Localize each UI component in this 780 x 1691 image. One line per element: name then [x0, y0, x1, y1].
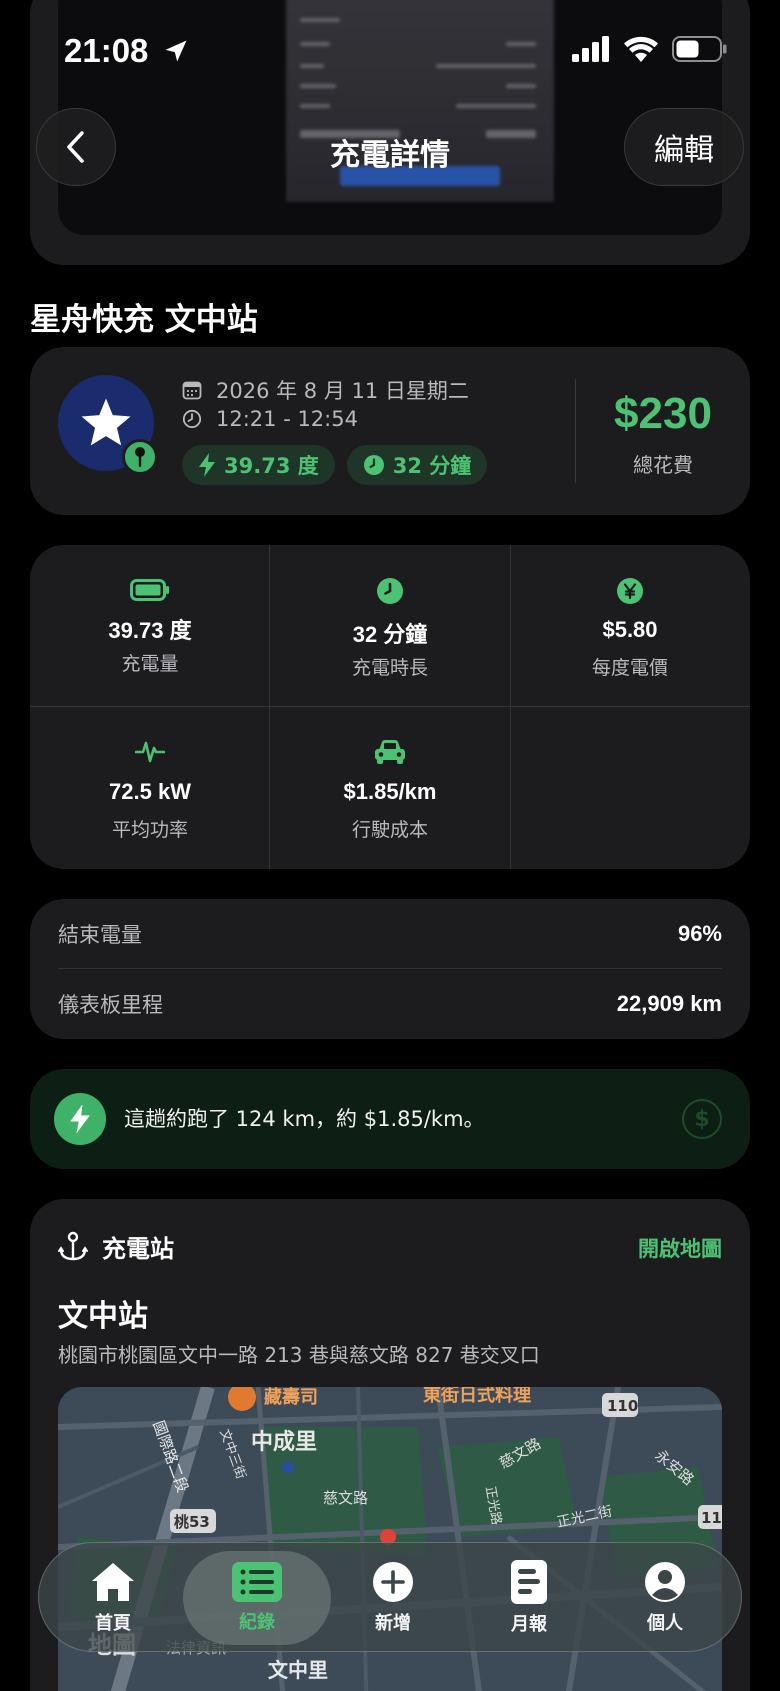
svg-text:慈文路: 慈文路	[323, 1489, 368, 1507]
house-icon	[92, 1563, 134, 1601]
svg-text:110: 110	[701, 1509, 722, 1527]
info-row-odometer: 儀表板里程 22,909 km	[58, 991, 722, 1017]
tab-home[interactable]: 首頁	[45, 1543, 181, 1653]
trip-cost-text: 這趟約跑了 124 km，約 $1.85/km。	[124, 1107, 485, 1131]
clock-fill-icon	[363, 455, 384, 475]
person-icon	[645, 1562, 685, 1602]
stat-duration: 32 分鐘 充電時長	[270, 545, 510, 707]
svg-text:文中里: 文中里	[268, 1658, 328, 1682]
open-map-link[interactable]: 開啟地圖	[638, 1233, 722, 1263]
edit-button[interactable]: 編輯	[624, 108, 744, 186]
tab-records[interactable]: 紀錄	[189, 1543, 325, 1653]
svg-text:東街日式料理: 東街日式料理	[423, 1387, 531, 1406]
info-row-end-battery: 結束電量 96%	[58, 921, 722, 947]
stat-avg-power: 72.5 kW 平均功率	[30, 707, 270, 869]
pulse-icon	[135, 741, 165, 763]
dollar-icon: $	[682, 1099, 722, 1139]
energy-chip: 39.73 度	[182, 445, 335, 485]
tab-add[interactable]: 新增	[325, 1543, 461, 1653]
station-name: 文中站	[58, 1299, 148, 1334]
plus-circle-icon	[373, 1562, 413, 1602]
tab-bar: 首頁 紀錄 新增 月報 個人	[38, 1542, 742, 1652]
location-pin-badge	[122, 439, 158, 475]
yen-icon	[617, 578, 643, 604]
station-address: 桃園市桃園區文中一路 213 巷與慈文路 827 巷交叉口	[58, 1343, 540, 1367]
station-title: 星舟快充 文中站	[30, 302, 258, 338]
session-date: 2026 年 8 月 11 日星期二	[216, 379, 469, 403]
pin-icon	[135, 447, 145, 467]
list-icon	[232, 1562, 282, 1602]
trip-cost-banner: 這趟約跑了 124 km，約 $1.85/km。 $	[30, 1069, 750, 1169]
info-card: 結束電量 96% 儀表板里程 22,909 km	[30, 899, 750, 1039]
duration-chip: 32 分鐘	[346, 445, 488, 485]
svg-text:中成里: 中成里	[251, 1430, 317, 1455]
status-time: 21:08	[64, 32, 190, 70]
bolt-icon	[199, 453, 215, 477]
total-cost-label: 總花費	[633, 453, 693, 477]
stat-driving-cost: $1.85/km 行駛成本	[270, 707, 510, 869]
cellular-signal-icon	[572, 36, 609, 62]
station-section-title: 充電站	[102, 1235, 174, 1263]
status-bar: 21:08	[0, 0, 780, 100]
stats-grid: 39.73 度 充電量 32 分鐘 充電時長 $5.80 每度電價 72.5 k…	[30, 545, 750, 869]
stat-energy: 39.73 度 充電量	[30, 545, 270, 707]
calendar-icon	[182, 381, 202, 400]
clock-icon	[377, 578, 403, 604]
session-time-range: 12:21 - 12:54	[216, 407, 358, 431]
svg-text:藏壽司: 藏壽司	[264, 1387, 318, 1408]
car-icon	[375, 740, 405, 764]
battery-status-icon	[672, 36, 727, 62]
star-icon	[81, 398, 131, 446]
report-icon	[511, 1560, 547, 1604]
summary-card: 2026 年 8 月 11 日星期二 12:21 - 12:54 39.73 度…	[30, 347, 750, 515]
wifi-icon	[624, 36, 658, 62]
tab-monthly-report[interactable]: 月報	[461, 1543, 597, 1653]
location-arrow-icon	[165, 40, 187, 62]
svg-text:110: 110	[607, 1397, 638, 1415]
stat-price-per-kwh: $5.80 每度電價	[510, 545, 750, 707]
svg-text:桃53: 桃53	[174, 1513, 210, 1531]
charger-plug-icon	[58, 1231, 88, 1260]
battery-icon	[130, 579, 169, 601]
clock-icon	[182, 409, 202, 429]
tab-profile[interactable]: 個人	[597, 1543, 733, 1653]
total-cost: $230	[614, 389, 712, 438]
bolt-circle-icon	[54, 1093, 106, 1145]
